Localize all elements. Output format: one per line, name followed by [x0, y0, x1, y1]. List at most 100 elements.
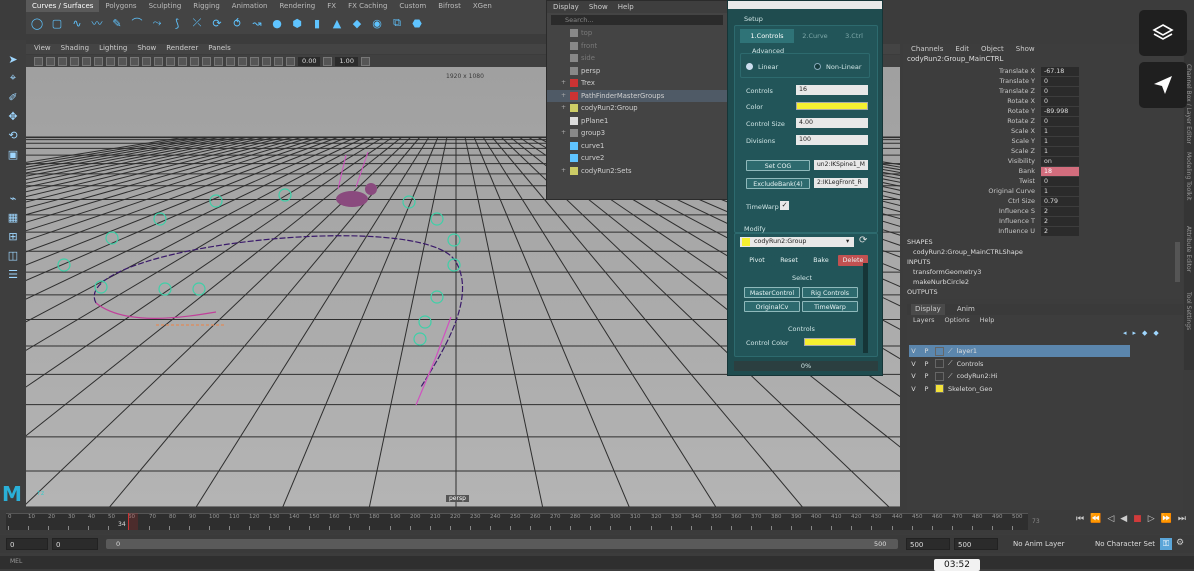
playback-end-field[interactable]: 500 — [906, 538, 950, 550]
control-size-field[interactable]: 4.00 — [796, 118, 868, 128]
modify-scrollbar[interactable] — [863, 263, 868, 353]
start-frame-field[interactable]: 0 — [6, 538, 48, 550]
channel-name[interactable]: Rotate Y — [895, 107, 1035, 115]
channel-row[interactable]: Scale Z1 — [903, 147, 1139, 157]
viewport-menu-item[interactable]: View — [34, 44, 51, 54]
channel-value[interactable]: 18 — [1041, 167, 1079, 176]
cone-icon[interactable]: ▲ — [330, 16, 344, 30]
end-frame-field[interactable]: 500 — [954, 538, 998, 550]
expand-icon[interactable]: + — [561, 77, 567, 90]
snap-curve-icon[interactable]: ⌁ — [6, 191, 20, 205]
channel-value[interactable]: 1 — [1041, 127, 1079, 136]
channel-row[interactable]: Original Curve 1 — [903, 187, 1139, 197]
cylinder-icon[interactable]: ▮ — [310, 16, 324, 30]
exposure-field[interactable]: 0.00 — [298, 56, 321, 66]
bezier-icon[interactable]: ⤳ — [150, 16, 164, 30]
select-timewarp-button[interactable]: TimeWarp — [802, 301, 858, 312]
controls-count-field[interactable]: 16 — [796, 85, 868, 95]
viewport-menu-item[interactable]: Lighting — [99, 44, 127, 54]
shelf-tab[interactable]: Bifrost — [432, 0, 467, 12]
step-back-key-icon[interactable]: ⏪ — [1090, 514, 1101, 524]
channel-value[interactable]: 0 — [1041, 177, 1079, 186]
shelf-tab[interactable]: Animation — [226, 0, 274, 12]
channel-box-menu-item[interactable]: Object — [981, 45, 1004, 54]
radio-nonlinear[interactable] — [814, 63, 821, 70]
shelf-tab[interactable]: FX — [321, 0, 342, 12]
layer-name[interactable]: codyRun2:Hi — [957, 372, 998, 380]
cube-icon[interactable]: ⬢ — [290, 16, 304, 30]
ao-icon[interactable] — [214, 56, 223, 66]
layer-color-swatch[interactable] — [935, 384, 944, 393]
viewport-menu-item[interactable]: Shading — [61, 44, 89, 54]
channel-row[interactable]: Influence T2 — [903, 217, 1139, 227]
smooth-shade-icon[interactable] — [166, 56, 175, 66]
plane-icon[interactable]: ◆ — [350, 16, 364, 30]
film-gate-icon[interactable] — [94, 56, 103, 66]
channel-row[interactable]: Ctrl Size 0.79 — [903, 197, 1139, 207]
input-item[interactable]: transformGeometry3 — [903, 267, 1179, 277]
outliner-item[interactable]: front — [547, 40, 727, 53]
move-tool-icon[interactable]: ✥ — [6, 109, 20, 123]
channel-name[interactable]: Ctrl Size — [895, 197, 1035, 205]
layer-name[interactable]: Controls — [957, 360, 984, 368]
scale-tool-icon[interactable]: ▣ — [6, 147, 20, 161]
extend-icon[interactable]: ↝ — [250, 16, 264, 30]
channel-name[interactable]: Rotate X — [895, 97, 1035, 105]
gate-mask-icon[interactable] — [118, 56, 127, 66]
color-swatch[interactable] — [796, 102, 868, 110]
step-forward-icon[interactable]: ▷ — [1148, 514, 1155, 524]
tab-ctrl[interactable]: 3.Ctrl — [836, 29, 872, 43]
auto-key-icon[interactable]: ⚿ — [1160, 538, 1172, 550]
layer-row[interactable]: V P Skeleton_Geo — [909, 383, 1130, 395]
single-view-icon[interactable]: ▦ — [6, 210, 20, 224]
channel-name[interactable]: Rotate Z — [895, 117, 1035, 125]
channel-value[interactable]: 1 — [1041, 137, 1079, 146]
detach-curve-icon[interactable]: ⤫ — [190, 16, 204, 30]
tab-tool-settings[interactable]: Tool Settings — [1185, 292, 1192, 330]
outliner-item[interactable]: side — [547, 52, 727, 65]
channel-value[interactable]: 2 — [1041, 227, 1079, 236]
step-back-icon[interactable]: ◁ — [1107, 514, 1114, 524]
select-tool-icon[interactable]: ➤ — [6, 52, 20, 66]
xray-joints-icon[interactable] — [286, 56, 295, 66]
outliner-item[interactable]: curve1 — [547, 140, 727, 153]
outliner-item[interactable]: persp — [547, 65, 727, 78]
lights-icon[interactable] — [190, 56, 199, 66]
layer-color-swatch[interactable] — [935, 371, 944, 381]
character-set-dropdown[interactable]: No Character Set — [1092, 538, 1156, 550]
outliner-item[interactable]: + codyRun2:Sets — [547, 165, 727, 178]
layer-row[interactable]: V P ⟋ layer1 — [909, 345, 1130, 357]
channel-row[interactable]: Influence S2 — [903, 207, 1139, 217]
outliner-view-icon[interactable]: ☰ — [6, 267, 20, 281]
command-line[interactable]: MEL — [0, 556, 1194, 569]
channel-value[interactable]: 1 — [1041, 187, 1079, 196]
layer-row[interactable]: V P ⟋ Controls — [909, 358, 1130, 370]
aa-icon[interactable] — [238, 56, 247, 66]
layer-playback-toggle[interactable]: P — [922, 360, 931, 368]
camera-attr-icon[interactable] — [46, 56, 55, 66]
channel-name[interactable]: Twist — [895, 177, 1035, 185]
shelf-tab[interactable]: FX Caching — [342, 0, 393, 12]
motion-blur-icon[interactable] — [226, 56, 235, 66]
channel-value[interactable]: 0 — [1041, 77, 1079, 86]
rebuild-icon[interactable]: ⟳ — [210, 16, 224, 30]
layer-visibility-toggle[interactable]: V — [909, 360, 918, 368]
select-rig-controls-button[interactable]: Rig Controls — [802, 287, 858, 298]
layer-color-swatch[interactable] — [935, 359, 944, 368]
exclude-bank-button[interactable]: ExcludeBank(4) — [746, 178, 810, 189]
bookmark-icon[interactable] — [58, 56, 67, 66]
play-back-icon[interactable]: ◀ — [1120, 514, 1127, 524]
tab-attribute-editor[interactable]: Attribute Editor — [1185, 226, 1192, 272]
outliner-item[interactable]: + group3 — [547, 127, 727, 140]
square-icon[interactable]: ▢ — [50, 16, 64, 30]
playhead[interactable] — [128, 513, 138, 530]
channel-row[interactable]: Influence U2 — [903, 227, 1139, 237]
channel-value[interactable]: 1 — [1041, 147, 1079, 156]
two-view-icon[interactable]: ◫ — [6, 248, 20, 262]
safe-action-icon[interactable] — [142, 56, 151, 66]
channel-row[interactable]: Translate Y0 — [903, 77, 1139, 87]
channel-name[interactable]: Translate Z — [895, 87, 1035, 95]
channel-row[interactable]: Visibility on — [903, 157, 1139, 167]
expand-icon[interactable]: + — [561, 165, 567, 178]
attach-curve-icon[interactable]: ⟆ — [170, 16, 184, 30]
